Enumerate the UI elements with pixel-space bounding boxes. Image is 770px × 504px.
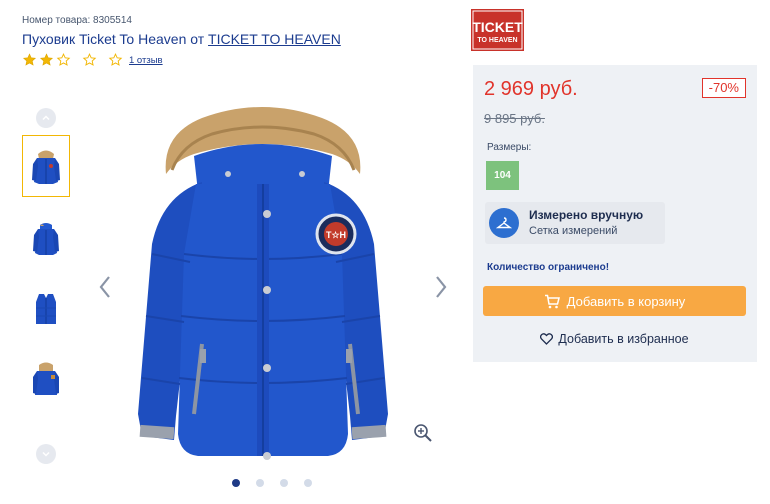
brand-link[interactable]: TICKET TO HEAVEN — [208, 31, 341, 47]
chevron-down-icon — [42, 451, 50, 457]
cart-icon — [544, 294, 560, 308]
limited-stock-notice: Количество ограничено! — [487, 262, 610, 273]
thumbnail-scroll-up-button[interactable] — [36, 108, 56, 128]
thumbnail-jacket-front[interactable] — [22, 206, 70, 268]
jacket-patch-text: T☆H — [326, 230, 346, 240]
product-sku: Номер товара: 8305514 — [22, 15, 132, 26]
star-empty-icon — [56, 53, 71, 67]
previous-image-button[interactable] — [95, 272, 115, 302]
carousel-dot[interactable] — [280, 479, 288, 487]
add-to-cart-label: Добавить в корзину — [566, 293, 686, 309]
next-image-button[interactable] — [431, 272, 451, 302]
chevron-left-icon — [99, 276, 110, 298]
logo-line1: TICKET — [472, 19, 523, 35]
brand-logo[interactable]: TICKET TO HEAVEN — [471, 9, 524, 51]
carousel-dot[interactable] — [256, 479, 264, 487]
hanger-icon — [489, 208, 519, 238]
thumbnail-vest[interactable] — [22, 277, 70, 339]
add-to-favorites-button[interactable]: Добавить в избранное — [483, 327, 746, 351]
carousel-dot[interactable] — [232, 479, 240, 487]
chevron-right-icon — [436, 276, 447, 298]
star-empty-icon — [108, 53, 123, 67]
carousel-dots — [232, 479, 328, 487]
reviews-link[interactable]: 1 отзыв — [129, 55, 163, 66]
product-title-text: Пуховик Ticket To Heaven от — [22, 31, 209, 47]
measure-title: Измерено вручную — [529, 208, 644, 222]
product-rating[interactable]: 1 отзыв — [22, 53, 442, 67]
thumbnail-scroll-down-button[interactable] — [36, 444, 56, 464]
add-to-favorites-label: Добавить в избранное — [558, 332, 689, 346]
old-price: 9 895 руб. — [484, 111, 545, 126]
add-to-cart-button[interactable]: Добавить в корзину — [483, 286, 746, 316]
measurements-link[interactable]: Измерено вручную Сетка измерений — [485, 202, 665, 244]
zoom-icon[interactable] — [413, 423, 433, 443]
thumbnail-jacket-hood[interactable] — [22, 135, 70, 197]
measure-subtitle: Сетка измерений — [529, 225, 618, 237]
thumbnail-jacket-back[interactable] — [22, 348, 70, 410]
size-option-104[interactable]: 104 — [486, 161, 519, 190]
chevron-up-icon — [42, 115, 50, 121]
carousel-dot[interactable] — [304, 479, 312, 487]
discount-badge: -70% — [701, 78, 746, 98]
product-header: Номер товара: 8305514 Пуховик Ticket To … — [22, 14, 442, 67]
logo-line2: TO HEAVEN — [477, 37, 517, 44]
star-filled-icon — [39, 53, 54, 67]
product-title: Пуховик Ticket To Heaven от TICKET TO HE… — [22, 29, 442, 49]
heart-icon — [540, 333, 554, 345]
current-price: 2 969 руб. — [484, 78, 578, 100]
star-empty-icon — [82, 53, 97, 67]
sizes-label: Размеры: — [487, 142, 532, 153]
star-filled-icon — [22, 53, 37, 67]
buy-panel: 2 969 руб. -70% 9 895 руб. Размеры: 104 … — [473, 65, 757, 362]
main-product-image[interactable]: T☆H — [132, 104, 394, 466]
